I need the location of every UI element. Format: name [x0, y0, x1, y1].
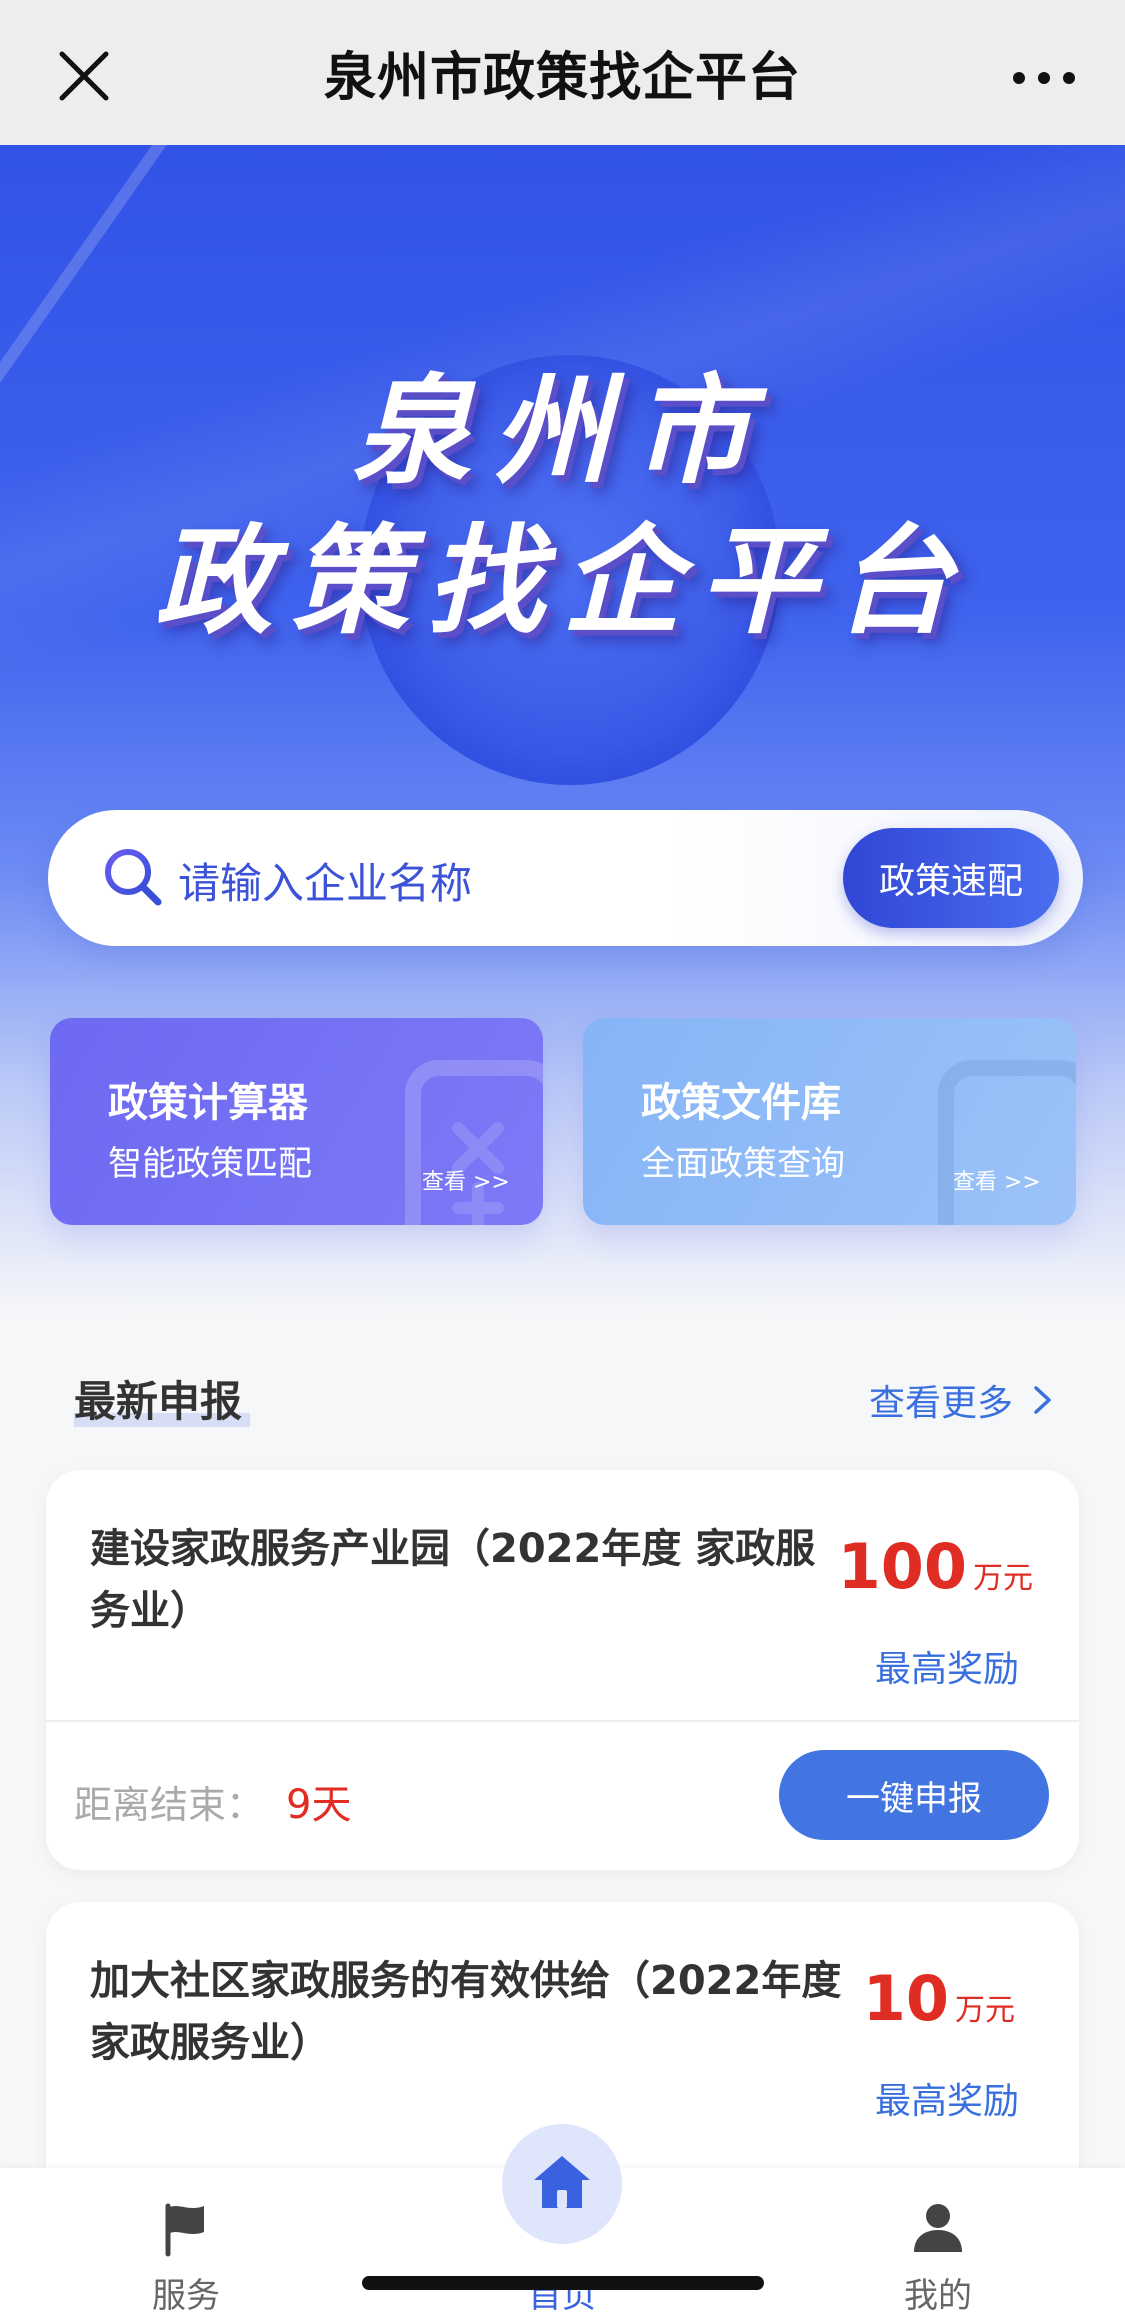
- divider: [46, 1720, 1079, 1722]
- card-title: 政策文件库: [641, 1080, 841, 1126]
- amount-unit: 万元: [973, 1561, 1033, 1596]
- document-icon: [938, 1060, 1076, 1225]
- amount-value: 10: [862, 1962, 949, 2035]
- more-dots-icon[interactable]: [1009, 58, 1079, 98]
- deadline-label: 距离结束：: [74, 1783, 265, 1827]
- card-view-link[interactable]: 查看 >>: [422, 1164, 510, 1196]
- policy-library-card[interactable]: 政策文件库 全面政策查询 查看 >>: [583, 1018, 1076, 1225]
- hero-logo-line2: 政策找企平台: [154, 511, 971, 650]
- card-view-link[interactable]: 查看 >>: [953, 1164, 1041, 1196]
- item-title: 加大社区家政服务的有效供给（2022年度 家政服务业）: [90, 1958, 842, 2066]
- card-subtitle: 全面政策查询: [641, 1144, 845, 1184]
- tab-mine[interactable]: 我的: [838, 2168, 1038, 2317]
- chevron-right-icon: [1034, 1386, 1051, 1414]
- policy-match-button[interactable]: 政策速配: [843, 828, 1059, 928]
- hero-logo-line1: 泉州市: [352, 361, 773, 500]
- item-title: 建设家政服务产业园（2022年度 家政服务业）: [90, 1526, 816, 1634]
- home-indicator: [362, 2276, 764, 2290]
- home-tab-button[interactable]: [502, 2124, 622, 2244]
- calculator-icon: [405, 1060, 543, 1225]
- home-icon: [534, 2156, 590, 2208]
- title-bar: 泉州市政策找企平台: [0, 0, 1125, 145]
- tab-service[interactable]: 服务: [86, 2168, 286, 2317]
- close-icon[interactable]: [52, 44, 116, 108]
- list-item[interactable]: 建设家政服务产业园（2022年度 家政服务业） 100 万元 最高奖励 距离结束：…: [46, 1470, 1079, 1870]
- flag-icon: [165, 2203, 204, 2257]
- amount-value: 100: [837, 1530, 967, 1603]
- apply-button[interactable]: 一键申报: [779, 1750, 1049, 1840]
- tab-label: 我的: [904, 2276, 972, 2316]
- tab-label: 服务: [152, 2276, 220, 2316]
- card-title: 政策计算器: [108, 1080, 308, 1126]
- reward-amount: 100 万元: [838, 1530, 1033, 1603]
- search-bar[interactable]: 请输入企业名称 政策速配: [48, 810, 1083, 946]
- amount-unit: 万元: [955, 1993, 1015, 2028]
- view-more-link[interactable]: 查看更多: [869, 1374, 1055, 1426]
- user-icon: [914, 2204, 962, 2252]
- search-icon: [105, 849, 162, 906]
- card-subtitle: 智能政策匹配: [108, 1144, 312, 1184]
- page-title: 泉州市政策找企平台: [323, 48, 801, 108]
- reward-amount: 10 万元: [863, 1962, 1015, 2035]
- view-more-label: 查看更多: [868, 1383, 1013, 1424]
- search-input[interactable]: 请输入企业名称: [178, 850, 472, 911]
- reward-label: 最高奖励: [874, 2081, 1019, 2122]
- reward-label: 最高奖励: [874, 1649, 1019, 1690]
- policy-calculator-card[interactable]: 政策计算器 智能政策匹配 查看 >>: [50, 1018, 543, 1225]
- section-title: 最新申报: [74, 1368, 251, 1429]
- deadline-value: 9天: [286, 1782, 352, 1828]
